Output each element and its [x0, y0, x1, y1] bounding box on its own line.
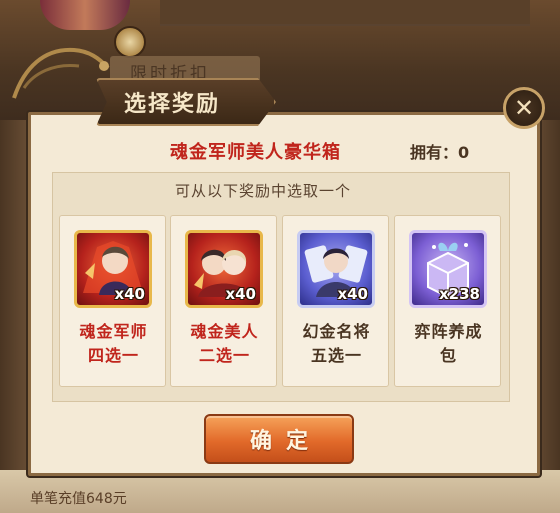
background-footer-text: 单笔充值648元 [30, 491, 127, 507]
owned-count: 拥有：0 [410, 139, 469, 163]
reward-label: 弈阵养成 包 [401, 320, 496, 368]
close-icon: ✕ [513, 94, 535, 122]
reward-label: 幻金名将 五选一 [289, 320, 384, 368]
reward-label-line: 包 [439, 346, 457, 365]
dialog-title: 选择奖励 [124, 92, 221, 117]
dragon-ornament-icon [12, 47, 110, 99]
reward-count: x40 [337, 285, 368, 303]
reward-label: 魂金美人 二选一 [177, 320, 272, 368]
reward-count: x238 [439, 285, 480, 303]
reward-count: x40 [114, 285, 145, 303]
confirm-button-label: 确定 [249, 429, 322, 454]
instruction-text: 可从以下奖励中选取一个 [175, 182, 352, 200]
background-topbar [160, 0, 530, 26]
red-portrait-fan-icon: x40 [74, 230, 152, 308]
chest-name: 魂金军师美人豪华箱 [170, 142, 341, 163]
background-left-strip [0, 120, 30, 470]
reward-label-line: 魂金美人 [190, 322, 259, 341]
blue-portrait-cards-icon: x40 [297, 230, 375, 308]
purple-gift-box-icon: x238 [409, 230, 487, 308]
red-portrait-pair-icon: x40 [185, 230, 263, 308]
reward-option[interactable]: x40 幻金名将 五选一 [282, 215, 389, 387]
close-button[interactable]: ✕ [503, 87, 545, 129]
reward-label-line: 二选一 [198, 346, 250, 365]
reward-label-line: 四选一 [87, 346, 139, 365]
reward-label: 魂金军师 四选一 [66, 320, 161, 368]
reward-label-line: 幻金名将 [302, 322, 371, 341]
confirm-button[interactable]: 确定 [204, 414, 354, 464]
reward-label-line: 五选一 [310, 346, 362, 365]
reward-count: x40 [225, 285, 256, 303]
reward-option[interactable]: x40 魂金军师 四选一 [59, 215, 166, 387]
owned-label: 拥有： [410, 143, 459, 162]
owned-value: 0 [458, 143, 470, 162]
reward-option[interactable]: x40 魂金美人 二选一 [170, 215, 277, 387]
reward-option[interactable]: x238 弈阵养成 包 [394, 215, 501, 387]
reward-label-line: 魂金军师 [79, 322, 148, 341]
ornament-medallion-icon [114, 26, 146, 58]
reward-label-line: 弈阵养成 [414, 322, 483, 341]
